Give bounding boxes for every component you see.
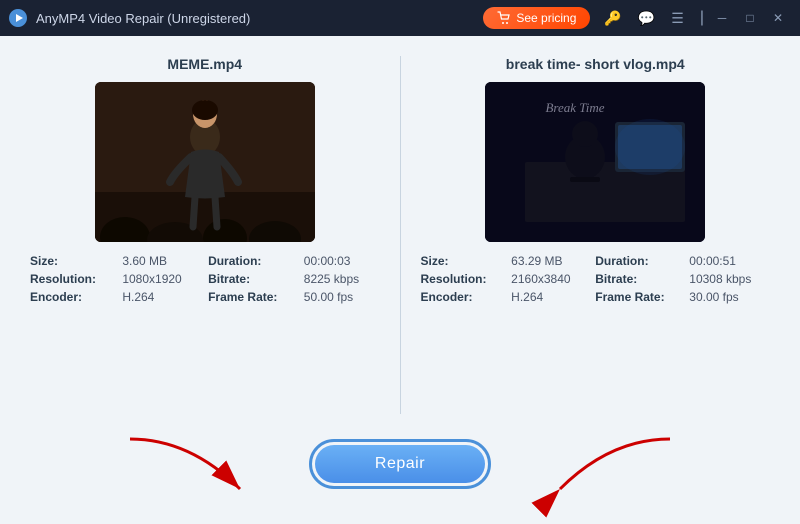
left-size-value: 3.60 MB [122, 254, 202, 268]
main-content: MEME.mp4 [0, 36, 800, 524]
right-video-meta: Size: 63.29 MB Duration: 00:00:51 Resolu… [421, 254, 771, 304]
bottom-area: Repair [30, 414, 770, 504]
left-encoder-value: H.264 [122, 290, 202, 304]
right-duration-value: 00:00:51 [689, 254, 770, 268]
right-size-value: 63.29 MB [511, 254, 589, 268]
left-encoder-label: Encoder: [30, 290, 116, 304]
chat-icon[interactable]: 💬 [634, 8, 659, 29]
key-icon[interactable]: 🔑 [600, 8, 625, 29]
right-video-thumbnail: Break Time [485, 82, 705, 242]
left-video-title: MEME.mp4 [167, 56, 242, 72]
app-logo-icon [8, 8, 28, 28]
left-duration-value: 00:00:03 [304, 254, 380, 268]
left-bitrate-value: 8225 kbps [304, 272, 380, 286]
right-bitrate-value: 10308 kbps [689, 272, 770, 286]
right-video-scene: Break Time [485, 82, 705, 242]
left-duration-label: Duration: [208, 254, 298, 268]
menu-icon[interactable]: ☰ [667, 8, 688, 29]
left-video-meta: Size: 3.60 MB Duration: 00:00:03 Resolut… [30, 254, 380, 304]
titlebar-title: AnyMP4 Video Repair (Unregistered) [36, 11, 483, 26]
maximize-button[interactable]: □ [736, 4, 764, 32]
left-video-panel: MEME.mp4 [30, 56, 380, 414]
left-resolution-label: Resolution: [30, 272, 116, 286]
left-size-label: Size: [30, 254, 116, 268]
right-framerate-label: Frame Rate: [595, 290, 683, 304]
titlebar: AnyMP4 Video Repair (Unregistered) See p… [0, 0, 800, 36]
pricing-button[interactable]: See pricing [483, 7, 590, 29]
close-button[interactable]: ✕ [764, 4, 792, 32]
left-arrow [110, 434, 270, 504]
right-duration-label: Duration: [595, 254, 683, 268]
left-bitrate-label: Bitrate: [208, 272, 298, 286]
repair-button-wrapper: Repair [309, 439, 491, 489]
right-video-title: break time- short vlog.mp4 [506, 56, 685, 72]
pricing-label: See pricing [516, 11, 576, 25]
right-video-panel: break time- short vlog.mp4 [421, 56, 771, 414]
video-divider [400, 56, 401, 414]
right-bitrate-label: Bitrate: [595, 272, 683, 286]
repair-button[interactable]: Repair [315, 445, 485, 483]
left-video-scene [95, 82, 315, 242]
right-encoder-value: H.264 [511, 290, 589, 304]
left-framerate-value: 50.00 fps [304, 290, 380, 304]
left-framerate-label: Frame Rate: [208, 290, 298, 304]
right-encoder-label: Encoder: [421, 290, 506, 304]
right-framerate-value: 30.00 fps [689, 290, 770, 304]
right-resolution-label: Resolution: [421, 272, 506, 286]
right-size-label: Size: [421, 254, 506, 268]
videos-row: MEME.mp4 [30, 56, 770, 414]
right-arrow [530, 434, 690, 504]
left-resolution-value: 1080x1920 [122, 272, 202, 286]
minimize-button[interactable]: ─ [708, 4, 736, 32]
right-resolution-value: 2160x3840 [511, 272, 589, 286]
left-video-thumbnail [95, 82, 315, 242]
svg-text:Break Time: Break Time [546, 100, 605, 115]
cart-icon [497, 11, 511, 25]
titlebar-icon-group: 🔑 💬 ☰ [600, 8, 687, 29]
window-controls: | ─ □ ✕ [696, 4, 792, 32]
